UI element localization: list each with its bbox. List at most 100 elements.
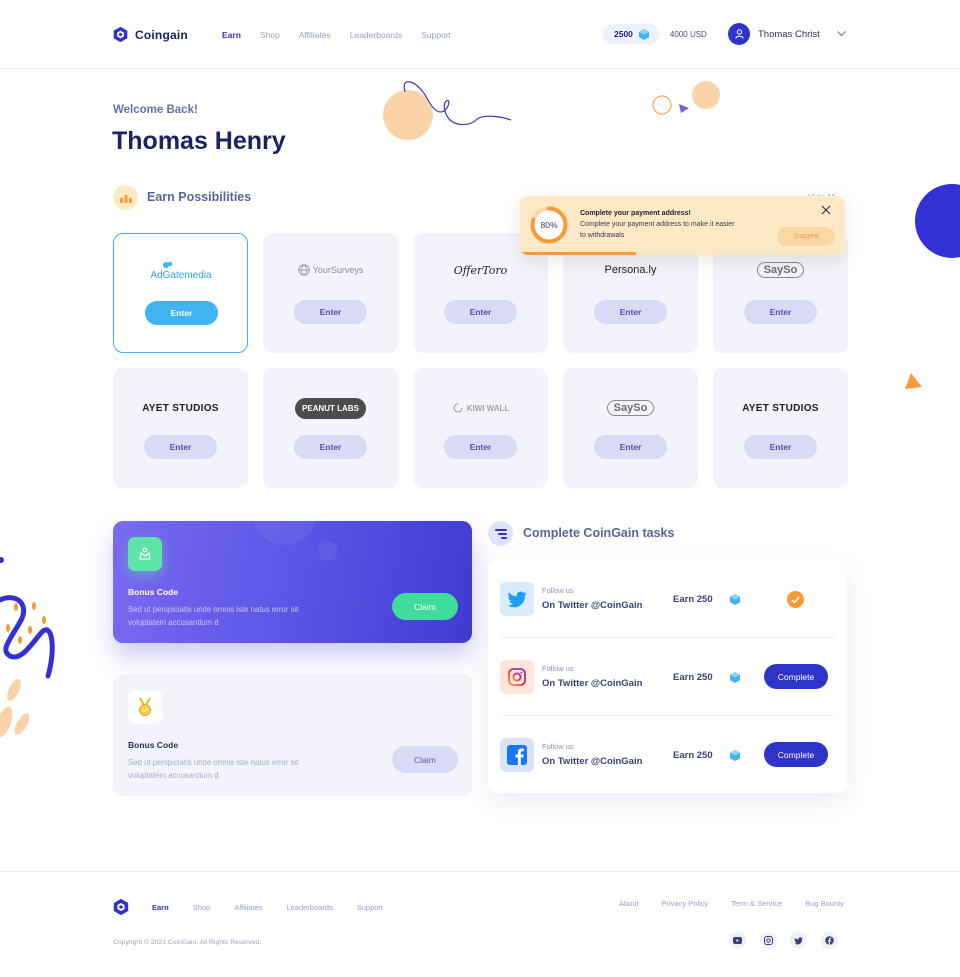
coingain-logo-icon[interactable] [112,898,130,916]
enter-button[interactable]: Enter [144,435,217,459]
offer-card[interactable]: KIWI WALL Enter [413,368,548,488]
offer-brand: SaySo [606,400,655,416]
bonus-title: Bonus Code [128,740,179,750]
footer-link-terms[interactable]: Term & Service [731,899,782,908]
offer-brand-logo: KIWI WALL [413,395,548,421]
earn-section-title: Earn Possibilities [147,190,252,204]
offer-brand-logo: AdGatemedia [114,258,247,284]
user-icon [734,29,744,39]
decor-leaf-3 [14,713,30,735]
social-instagram[interactable] [760,932,777,949]
offer-brand: Persona.ly [604,264,657,276]
enter-button[interactable]: Enter [594,435,667,459]
complete-button[interactable]: Complete [764,742,828,767]
bonus-code-card: Bonus Code Sed ut perspiciatis unde omni… [113,521,472,643]
offer-brand-logo: OfferToro [413,257,548,283]
task-action-label: Follow us [542,742,574,751]
social-facebook[interactable] [821,932,838,949]
footer-links: About Privacy Policy Term & Service Bug … [619,899,867,908]
medal-icon [139,697,151,716]
balance-widget[interactable]: 2500 4000 USD [603,24,707,44]
offer-brand: SaySo [756,262,805,278]
enter-button[interactable]: Enter [744,300,817,324]
claim-button[interactable]: Claim [392,746,458,773]
footer-link-about[interactable]: About [619,899,639,908]
enter-button[interactable]: Enter [145,301,218,325]
bonus-description: Sed ut perspiciatis unde omnis iste natu… [128,605,299,627]
brand-name: Coingain [135,27,188,42]
top-header: Coingain Earn Shop Affiliates Leaderboar… [0,0,960,69]
offer-card[interactable]: PEANUT LABS Enter [263,368,398,488]
globe-icon [298,264,310,276]
offer-brand: OfferToro [453,263,508,277]
coingain-logo-icon [113,26,128,43]
task-row: Follow us On Twitter @CoinGain Earn 250 … [488,716,847,794]
offer-card[interactable]: AYET STUDIOS Enter [113,368,248,488]
enter-button[interactable]: Enter [294,300,367,324]
instagram-icon [508,668,526,686]
nav-affiliates[interactable]: Affiliates [299,30,331,40]
gem-icon [730,594,740,605]
footer-nav-affiliates[interactable]: Affiliates [234,903,262,912]
tasks-section-title: Complete CoinGain tasks [523,526,675,540]
nav-leaderboards[interactable]: Leaderboards [350,30,402,40]
task-logo [500,582,534,616]
twitter-icon [507,590,527,607]
footer-nav-support[interactable]: Support [357,903,383,912]
nav-earn[interactable]: Earn [222,30,241,40]
gem-icon [638,28,649,40]
offer-brand-logo: SaySo [713,257,848,283]
enter-button[interactable]: Enter [594,300,667,324]
avatar[interactable] [728,23,750,45]
offer-brand-logo: AYET STUDIOS [113,395,248,421]
bonus-icon [128,537,162,571]
user-name[interactable]: Thomas Christ [758,29,820,40]
task-handle: On Twitter @CoinGain [542,600,643,611]
task-action-label: Follow us [542,586,574,595]
enter-button[interactable]: Enter [444,435,517,459]
footer-nav-leaderboards[interactable]: Leaderboards [286,903,332,912]
social-twitter[interactable] [790,932,807,949]
enter-button[interactable]: Enter [744,435,817,459]
copyright: Copyright © 2021 CoinGain. All Rights Re… [113,939,262,946]
task-row: Follow us On Twitter @CoinGain Earn 250 … [488,638,847,716]
task-logo [500,660,534,694]
task-reward: Earn 250 [673,672,713,683]
claim-button[interactable]: Claim [392,593,458,620]
offer-card[interactable]: AYET STUDIOS Enter [713,368,848,488]
offer-card[interactable]: SaySo Enter [563,368,698,488]
nav-shop[interactable]: Shop [260,30,280,40]
decor-blue-squiggle-left [0,595,55,679]
close-icon[interactable] [820,204,832,216]
enter-button[interactable]: Enter [444,300,517,324]
offer-brand: PEANUT LABS [295,397,366,419]
chevron-down-icon[interactable] [836,28,847,39]
instagram-icon [764,936,773,945]
footer-link-privacy[interactable]: Privacy Policy [662,899,709,908]
nav-support[interactable]: Support [421,30,451,40]
tasks-section-icon [488,521,513,546]
adgatemedia-logo: AdGatemedia [150,261,212,281]
offer-brand-logo: SaySo [563,395,698,421]
list-lines-icon [494,528,507,539]
complete-button[interactable]: Complete [764,664,828,689]
coin-amount: 2500 [614,29,633,39]
offer-brand-logo: PEANUT LABS [263,395,398,421]
suggest-button[interactable]: Suggest [777,227,835,246]
footer-link-bug-bounty[interactable]: Bug Bounty [805,899,844,908]
offer-brand: AdGatemedia [150,270,212,281]
footer-nav-earn[interactable]: Earn [152,903,169,912]
welcome-text: Welcome Back! [113,104,198,116]
payment-address-alert: 80% Complete your payment address! Compl… [520,196,845,255]
task-handle: On Twitter @CoinGain [542,678,643,689]
social-youtube[interactable] [729,932,746,949]
task-handle: On Twitter @CoinGain [542,756,643,767]
facebook-icon [825,936,834,945]
enter-button[interactable]: Enter [294,435,367,459]
offer-brand: AYET STUDIOS [142,402,219,414]
brand-logo[interactable]: Coingain [112,26,188,43]
offer-card[interactable]: AdGatemedia Enter [113,233,248,353]
footer: Earn Shop Affiliates Leaderboards Suppor… [0,871,960,977]
offer-card[interactable]: YourSurveys Enter [263,233,398,353]
footer-nav-shop[interactable]: Shop [193,903,211,912]
